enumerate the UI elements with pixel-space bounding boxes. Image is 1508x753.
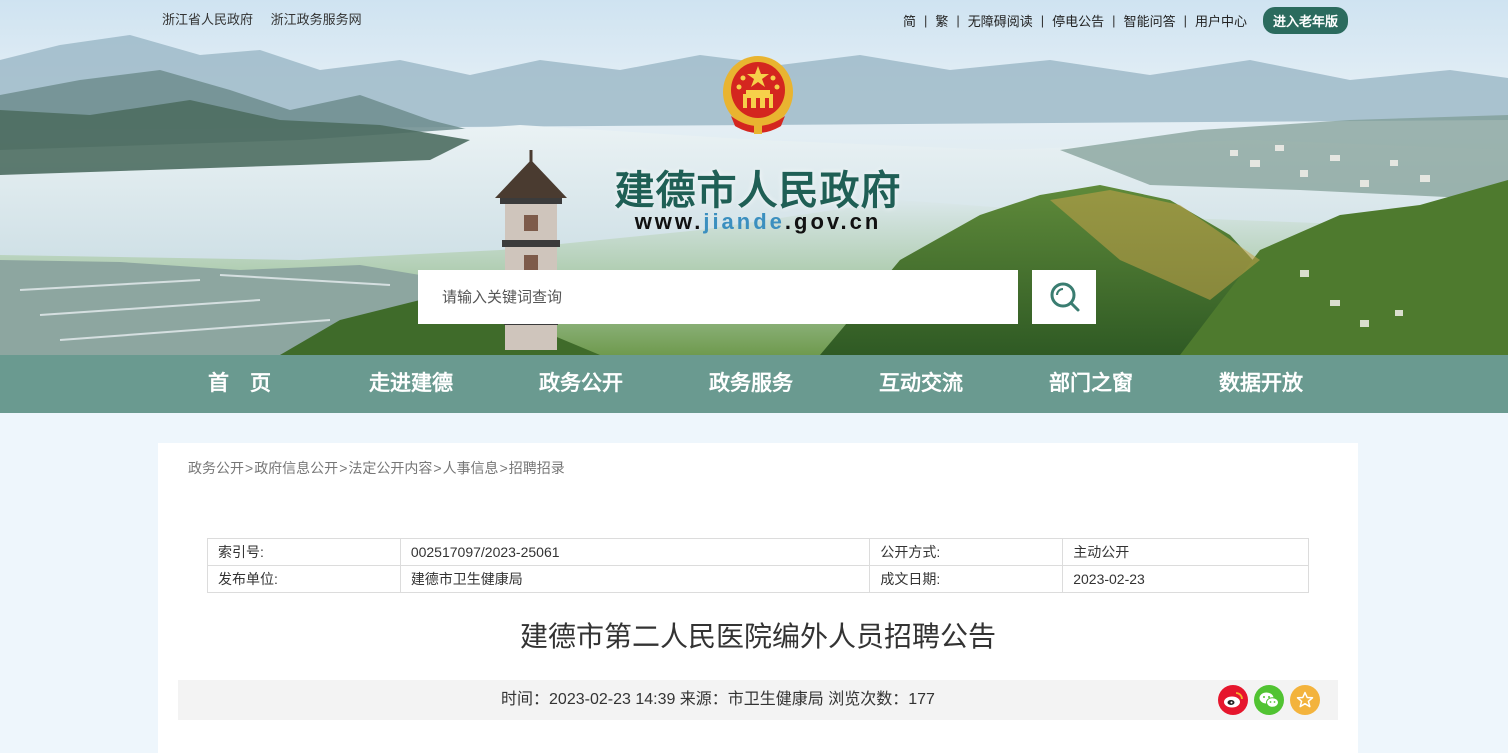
favorite-button[interactable] <box>1290 685 1320 715</box>
nav-about-jiande[interactable]: 走进建德 <box>369 355 453 413</box>
index-label: 索引号: <box>207 538 401 566</box>
link-simplified[interactable]: 简 <box>903 11 916 30</box>
breadcrumb-separator: > <box>245 460 254 476</box>
divider: | <box>956 13 960 28</box>
article-title: 建德市第二人民医院编外人员招聘公告 <box>519 621 996 652</box>
breadcrumb-item[interactable]: 政务公开 <box>188 460 244 476</box>
header-banner: 浙江省人民政府 浙江政务服务网 简 | 繁 | 无障碍阅读 | 停电公告 | 智… <box>0 0 1508 355</box>
search-icon <box>1050 282 1080 312</box>
date-label: 成文日期: <box>869 565 1064 593</box>
weibo-icon <box>1224 692 1243 708</box>
disclosure-value: 主动公开 <box>1062 538 1309 566</box>
divider: | <box>1183 13 1187 28</box>
breadcrumb-item[interactable]: 法定公开内容 <box>348 460 432 476</box>
link-power-outage-notice[interactable]: 停电公告 <box>1052 11 1104 30</box>
article-info-bar: 时间：2023-02-23 14:39 来源：市卫生健康局 浏览次数：177 <box>178 680 1338 720</box>
index-value: 002517097/2023-25061 <box>399 538 871 566</box>
search-button[interactable] <box>1032 270 1096 324</box>
link-traditional[interactable]: 繁 <box>935 11 948 30</box>
top-links-left: 浙江省人民政府 浙江政务服务网 <box>162 9 376 28</box>
url-prefix: www. <box>634 209 704 234</box>
share-weibo-button[interactable] <box>1218 685 1248 715</box>
article-info: 时间：2023-02-23 14:39 来源：市卫生健康局 浏览次数：177 <box>501 691 935 708</box>
national-emblem-icon <box>723 56 793 134</box>
site-url: www.jiande.gov.cn <box>560 209 956 235</box>
table-row: 发布单位: 建德市卫生健康局 成文日期: 2023-02-23 <box>207 565 1309 593</box>
link-accessible-reading[interactable]: 无障碍阅读 <box>968 11 1033 30</box>
elder-mode-button[interactable]: 进入老年版 <box>1262 7 1348 34</box>
breadcrumb-item[interactable]: 政府信息公开 <box>254 460 338 476</box>
breadcrumb-item[interactable]: 人事信息 <box>443 460 499 476</box>
breadcrumb-separator: > <box>433 460 442 476</box>
divider: | <box>1112 13 1116 28</box>
disclosure-label: 公开方式: <box>869 538 1064 566</box>
table-row: 索引号: 002517097/2023-25061 公开方式: 主动公开 <box>207 538 1309 566</box>
article-panel: 政务公开>政府信息公开>法定公开内容>人事信息>招聘招录 索引号: 002517… <box>158 443 1358 753</box>
url-suffix: .gov.cn <box>784 209 882 234</box>
favorite-icon <box>1296 691 1314 708</box>
url-highlight: jiande <box>703 209 785 234</box>
link-zhejiang-service-net[interactable]: 浙江政务服务网 <box>271 12 362 27</box>
breadcrumb-separator: > <box>339 460 348 476</box>
share-wechat-button[interactable] <box>1254 685 1284 715</box>
top-links-right: 简 | 繁 | 无障碍阅读 | 停电公告 | 智能问答 | 用户中心 进入老年版 <box>903 7 1348 34</box>
search-input[interactable] <box>418 270 1018 324</box>
nav-government-services[interactable]: 政务服务 <box>709 355 793 413</box>
divider: | <box>923 13 928 28</box>
divider: | <box>1040 13 1045 28</box>
nav-department-window[interactable]: 部门之窗 <box>1049 355 1133 413</box>
publisher-label: 发布单位: <box>207 565 401 593</box>
date-value: 2023-02-23 <box>1062 565 1309 593</box>
nav-home[interactable]: 首 页 <box>208 355 271 413</box>
site-title: 建德市人民政府 <box>614 167 902 214</box>
nav-interaction[interactable]: 互动交流 <box>879 355 963 413</box>
link-smart-qa[interactable]: 智能问答 <box>1124 11 1176 30</box>
wechat-icon <box>1259 692 1279 708</box>
breadcrumb: 政务公开>政府信息公开>法定公开内容>人事信息>招聘招录 <box>188 458 565 478</box>
link-user-center[interactable]: 用户中心 <box>1195 11 1247 30</box>
main-navigation: 首 页 走进建德 政务公开 政务服务 互动交流 部门之窗 数据开放 <box>0 355 1508 413</box>
publisher-value: 建德市卫生健康局 <box>399 565 871 593</box>
document-metadata-table: 索引号: 002517097/2023-25061 公开方式: 主动公开 发布单… <box>207 538 1309 593</box>
nav-open-data[interactable]: 数据开放 <box>1219 355 1303 413</box>
breadcrumb-separator: > <box>499 460 508 476</box>
breadcrumb-item[interactable]: 招聘招录 <box>509 460 565 476</box>
link-zhejiang-government[interactable]: 浙江省人民政府 <box>162 12 253 27</box>
nav-government-affairs[interactable]: 政务公开 <box>539 355 623 413</box>
